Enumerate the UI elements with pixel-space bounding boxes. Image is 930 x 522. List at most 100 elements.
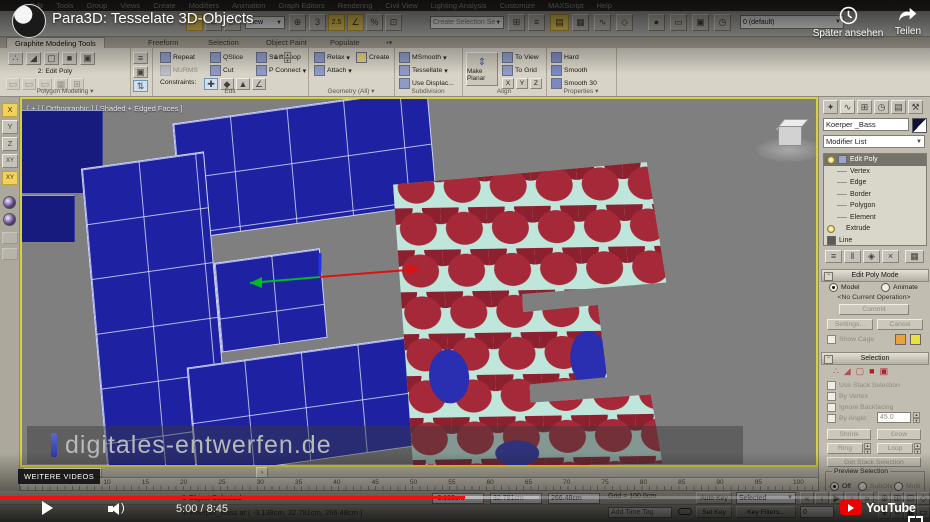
collapse-rollout-icon[interactable]: −: [824, 272, 833, 281]
menu-item[interactable]: Civil View: [385, 1, 417, 10]
configure-modifier-sets-button[interactable]: ▦: [905, 250, 924, 263]
vertex-subobject-icon[interactable]: ∴: [833, 366, 839, 377]
video-title[interactable]: Para3D: Tesselate 3D-Objects: [52, 10, 253, 27]
utilities-tab-icon[interactable]: ⚒: [908, 100, 923, 114]
menu-item[interactable]: Views: [120, 1, 140, 10]
mirror-icon[interactable]: ⊞: [508, 14, 525, 31]
modifier-list-dropdown[interactable]: Modifier List ▼: [823, 135, 925, 148]
border-mode-icon[interactable]: ▢: [44, 52, 59, 65]
preview-subobj-radio[interactable]: SubObj: [858, 482, 893, 491]
make-unique-button[interactable]: ◈: [863, 250, 880, 263]
stack-row-element[interactable]: Element: [824, 212, 926, 224]
ring-button[interactable]: Ring: [827, 443, 863, 454]
set-key-button[interactable]: Set Key: [696, 506, 732, 518]
cage-color-swatch[interactable]: [895, 334, 906, 345]
extra-tool-icon[interactable]: [2, 232, 18, 244]
menu-item[interactable]: Modifiers: [189, 1, 219, 10]
checkbox-icon[interactable]: [827, 381, 836, 390]
menu-item[interactable]: Tools: [56, 1, 74, 10]
radio-icon[interactable]: [858, 482, 867, 491]
smooth-button[interactable]: Smooth: [551, 65, 587, 76]
toggle-command-panel-icon[interactable]: ⇅: [133, 80, 148, 92]
border-subobject-icon[interactable]: ▢: [856, 366, 865, 377]
viewcube[interactable]: [754, 110, 816, 168]
tab-object-paint[interactable]: Object Paint: [258, 37, 315, 48]
youtube-logo[interactable]: YouTube: [840, 500, 916, 515]
axis-z-button[interactable]: Z: [2, 137, 18, 151]
layer-manager-icon[interactable]: ▤: [550, 14, 569, 31]
properties-footer[interactable]: Properties ▾: [546, 87, 616, 95]
shrink-button[interactable]: Shrink: [827, 429, 871, 440]
angle-snap-icon[interactable]: ∠: [347, 14, 364, 31]
polygon-mode-icon[interactable]: ■: [62, 52, 77, 65]
geometry-footer[interactable]: Geometry (All) ▾: [308, 87, 394, 95]
commit-button[interactable]: Commit: [839, 304, 909, 315]
menu-item[interactable]: Help: [597, 1, 612, 10]
make-planar-button[interactable]: ⇕ Make Planar: [466, 52, 498, 86]
menu-item[interactable]: MAXScript: [548, 1, 583, 10]
percent-snap-icon[interactable]: %: [366, 14, 383, 31]
viewport[interactable]: [ + ] [ Orthographic ] [ Shaded + Edged …: [20, 97, 818, 467]
watch-later-button[interactable]: Später ansehen: [798, 6, 898, 39]
menu-item[interactable]: Animation: [232, 1, 265, 10]
more-videos-tag[interactable]: WEITERE VIDEOS: [18, 469, 101, 484]
named-selection-set-dropdown[interactable]: Create Selection Se ▼: [430, 16, 504, 29]
swift-loop-button[interactable]: Swift Loop: [256, 52, 301, 63]
snap-25-icon[interactable]: 2.5: [328, 14, 345, 31]
polygon-subobject-icon[interactable]: ■: [869, 366, 874, 377]
checkbox-icon[interactable]: [827, 335, 836, 344]
to-view-button[interactable]: To View: [502, 52, 539, 63]
by-angle-checkbox[interactable]: By Angle:: [827, 414, 868, 423]
visibility-bulb-icon[interactable]: [827, 155, 835, 164]
graphite-toggle-icon[interactable]: ▦: [572, 14, 589, 31]
repeat-button[interactable]: Repeat: [160, 52, 195, 63]
track-bar[interactable]: 0510152025303540455055606570758085909510…: [20, 478, 818, 491]
by-angle-spinner[interactable]: ▲ ▼: [913, 412, 920, 423]
radio-icon[interactable]: [829, 283, 838, 292]
volume-button[interactable]: ): [108, 502, 128, 516]
collapse-rollout-icon[interactable]: −: [824, 355, 833, 364]
show-end-result-button[interactable]: ‖: [844, 250, 861, 263]
by-angle-field[interactable]: 45.0: [877, 412, 911, 423]
nurms-button[interactable]: NURMS: [160, 65, 198, 76]
attach-button[interactable]: Attach ▾: [314, 65, 352, 76]
stack-row-line[interactable]: Line: [824, 235, 926, 247]
sphere-tool-icon-2[interactable]: [3, 213, 16, 226]
stack-row-edge[interactable]: Edge: [824, 177, 926, 189]
create-button[interactable]: Create: [356, 52, 389, 63]
pin-stack-icon[interactable]: ≡: [133, 52, 148, 64]
radio-icon[interactable]: [881, 283, 890, 292]
rendered-frame-icon[interactable]: ▣: [692, 14, 709, 31]
object-name-field[interactable]: Koerper _Bass: [823, 118, 909, 131]
menu-item[interactable]: Lighting Analysis: [431, 1, 487, 10]
sphere-tool-icon[interactable]: [3, 196, 16, 209]
ignore-backfacing-checkbox[interactable]: Ignore Backfacing: [827, 403, 893, 412]
rollout-edit-poly-mode[interactable]: − Edit Poly Mode: [821, 269, 929, 282]
radio-icon[interactable]: [830, 482, 839, 491]
tessellate-button[interactable]: Tessellate ▾: [399, 65, 448, 76]
material-editor-icon[interactable]: ●: [648, 14, 665, 31]
element-subobject-icon[interactable]: ▣: [880, 366, 889, 377]
transform-gizmo[interactable]: [232, 243, 442, 303]
menu-item[interactable]: Create: [153, 1, 176, 10]
edit-footer[interactable]: Edit: [152, 88, 308, 95]
visibility-bulb-icon[interactable]: [827, 224, 835, 233]
spinner-snap-icon[interactable]: ⊡: [385, 14, 402, 31]
menu-item[interactable]: Graph Editors: [279, 1, 325, 10]
tab-selection[interactable]: Selection: [200, 37, 247, 48]
play-button[interactable]: [42, 501, 53, 515]
menu-item[interactable]: Customize: [500, 1, 535, 10]
key-filters-button[interactable]: Key Filters...: [736, 506, 796, 518]
channel-avatar[interactable]: [12, 4, 46, 38]
checkbox-icon[interactable]: [827, 403, 836, 412]
element-mode-icon[interactable]: ▣: [80, 52, 95, 65]
cage-selected-color-swatch[interactable]: [910, 334, 921, 345]
render-production-icon[interactable]: ◷: [714, 14, 731, 31]
checkbox-icon[interactable]: [827, 414, 836, 423]
axis-xy-lock-button[interactable]: XY: [2, 171, 18, 185]
model-radio[interactable]: Model: [829, 283, 860, 292]
stack-row-border[interactable]: Border: [824, 189, 926, 201]
red-e-model[interactable]: [392, 162, 676, 467]
hierarchy-tab-icon[interactable]: ⊞: [857, 100, 872, 114]
qslice-button[interactable]: QSlice: [210, 52, 243, 63]
